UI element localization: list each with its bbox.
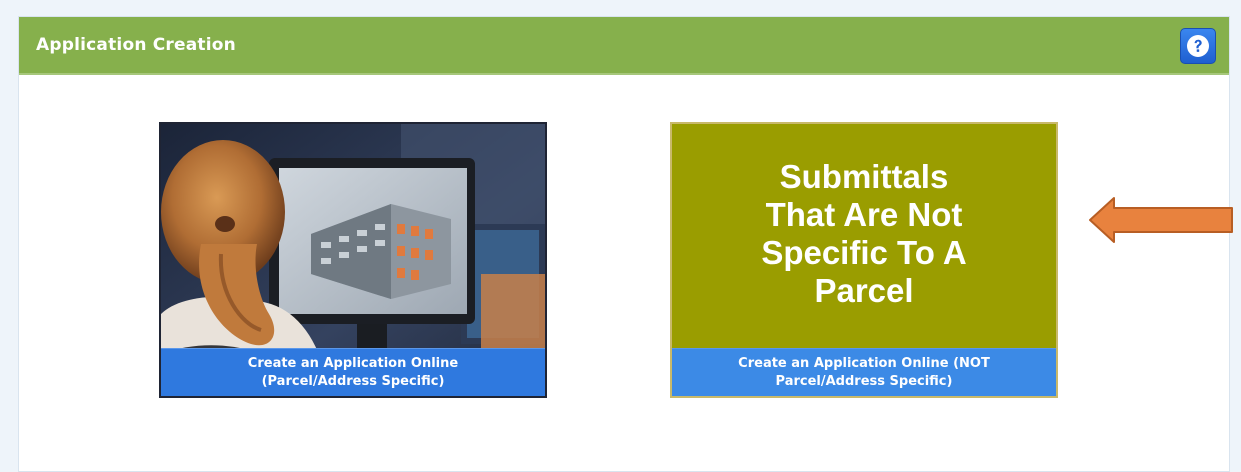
tile-caption-line1: Create an Application Online bbox=[247, 355, 459, 371]
tile-caption-line2: Parcel/Address Specific) bbox=[775, 373, 953, 389]
tile-caption[interactable]: Create an Application Online (NOT Parcel… bbox=[672, 348, 1056, 396]
create-application-not-parcel-specific-tile[interactable]: Submittals That Are Not Specific To A Pa… bbox=[670, 122, 1058, 398]
question-mark-icon bbox=[1186, 34, 1210, 58]
tile-headline-line: Parcel bbox=[814, 272, 914, 309]
tile-caption[interactable]: Create an Application Online (Parcel/Add… bbox=[161, 348, 545, 396]
left-arrow-icon bbox=[1089, 197, 1233, 243]
tile-caption-line1: Create an Application Online (NOT bbox=[738, 355, 990, 371]
help-button[interactable] bbox=[1180, 28, 1216, 64]
tile-caption-line2: (Parcel/Address Specific) bbox=[261, 373, 445, 389]
panel-header: Application Creation bbox=[19, 17, 1229, 75]
panel-title: Application Creation bbox=[36, 35, 236, 55]
create-application-parcel-specific-tile[interactable]: Create an Application Online (Parcel/Add… bbox=[159, 122, 547, 398]
tile-headline: Submittals That Are Not Specific To A Pa… bbox=[692, 158, 1036, 310]
tile-headline-line: Submittals bbox=[779, 158, 949, 195]
tile-headline-line: That Are Not bbox=[765, 196, 963, 233]
tile-headline-line: Specific To A bbox=[761, 234, 967, 271]
